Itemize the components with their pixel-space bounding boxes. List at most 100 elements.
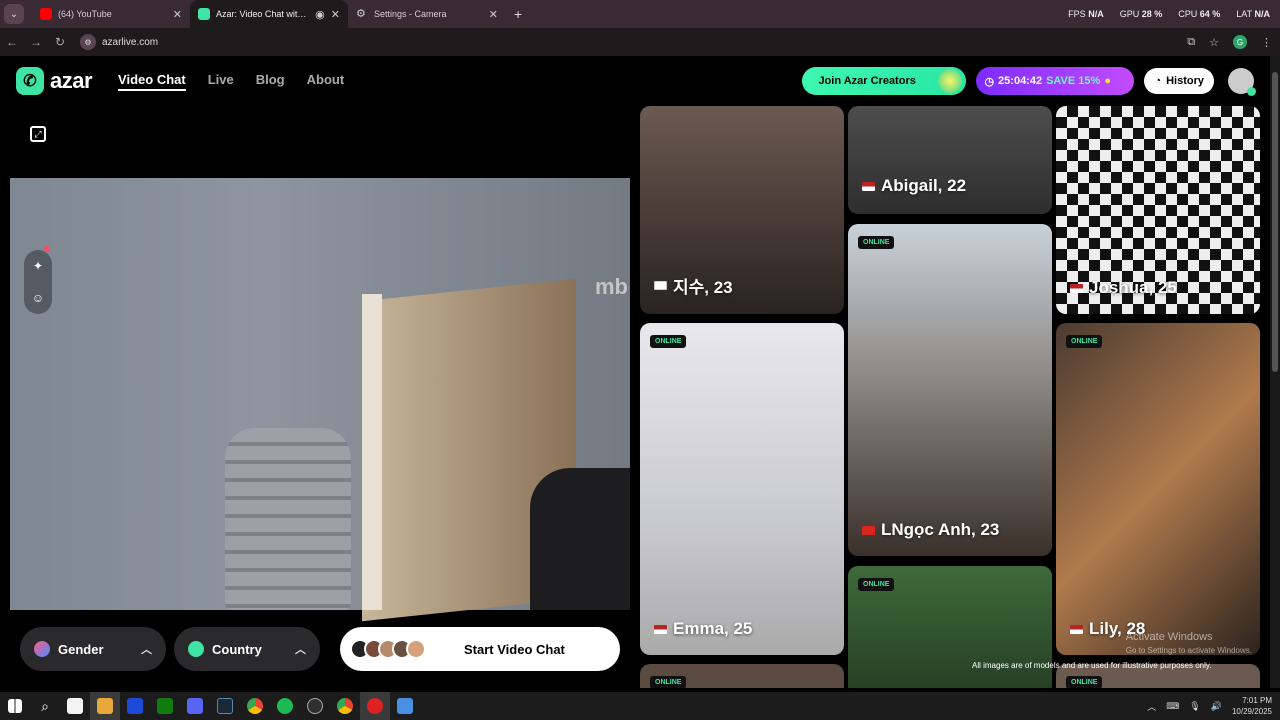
header-actions: Join Azar Creators ◷ 25:04:42 SAVE 15% ●… [802,67,1256,96]
nav-about[interactable]: About [307,72,345,91]
tab-settings-camera[interactable]: ⚙ Settings - Camera ✕ [348,0,506,28]
azar-favicon-icon [198,8,210,20]
profile-cards-grid: 지수, 23 Abigail, 22 Joshua, 25 ONLINE LNg… [640,106,1260,688]
system-tray: ︿ ⌨ 🎙 🔊 7:01 PM 10/29/2025 [1147,692,1272,720]
profile-card[interactable]: ONLINE [640,664,844,688]
profile-name: Emma, 25 [654,619,752,639]
discord-icon[interactable] [180,692,210,720]
profile-name: Abigail, 22 [862,176,966,196]
nav-live[interactable]: Live [208,72,234,91]
face-filter-icon[interactable]: ☺ [32,291,44,305]
tab-youtube[interactable]: (64) YouTube ✕ [32,0,190,28]
chrome-icon[interactable] [240,692,270,720]
online-badge: ONLINE [1066,335,1103,348]
install-app-icon[interactable]: ⧉ [1187,36,1195,49]
mic-icon[interactable]: 🎙 [1189,701,1200,712]
tab-azar[interactable]: Azar: Video Chat with New ◉ ✕ [190,0,348,28]
scrollbar-thumb[interactable] [1272,72,1278,372]
video-effects-toolbar: ✦ ☺ [24,246,52,314]
chevron-up-icon: ︿ [141,644,152,656]
browser-icon[interactable] [390,692,420,720]
start-video-chat-button[interactable]: Start Video Chat [340,627,620,671]
notification-dot [44,246,50,252]
clock[interactable]: 7:01 PM 10/29/2025 [1232,695,1272,717]
gender-filter-button[interactable]: Gender ︿ [20,627,166,671]
recorder-icon[interactable] [360,692,390,720]
chat-controls: Gender ︿ Country ︿ Start Video Chat [20,626,620,672]
bookmark-star-icon[interactable]: ☆ [1209,36,1219,49]
profile-card[interactable]: 지수, 23 [640,106,844,314]
site-header: ✆ azar Video Chat Live Blog About Join A… [0,56,1270,106]
camera-scene-person [530,468,630,610]
azar-logo[interactable]: ✆ azar [16,67,93,95]
forward-arrow-icon[interactable]: → [24,35,48,49]
clock-icon: ◷ [984,75,995,88]
xbox-icon[interactable] [150,692,180,720]
search-icon[interactable]: ⌕ [30,692,60,720]
new-tab-plus-icon[interactable]: + [514,6,522,22]
globe-icon [188,641,204,657]
save-label: SAVE 15% [1046,75,1101,87]
profile-name: 지수, 23 [654,273,733,298]
browser-menu-icon[interactable]: ⋮ [1261,36,1272,49]
promo-timer-button[interactable]: ◷ 25:04:42 SAVE 15% ● [976,67,1135,95]
url-field[interactable]: ⚙ azarlive.com [80,34,158,50]
online-badge: ONLINE [858,578,895,591]
profile-card[interactable]: Joshua, 25 [1056,106,1260,314]
creators-label: Join Azar Creators [818,75,916,87]
browser-tab-strip: ⌄ (64) YouTube ✕ Azar: Video Chat with N… [0,0,1280,28]
site-info-icon[interactable]: ⚙ [80,34,96,50]
chevron-up-icon[interactable]: ︿ [1147,700,1156,713]
settings-gear-icon: ⚙ [356,8,366,20]
volume-icon[interactable]: 🔊 [1211,701,1222,712]
profile-card[interactable]: ONLINE LNgọc Anh, 23 [848,224,1052,556]
logo-text: azar [50,68,93,93]
tab-title: (64) YouTube [58,9,112,19]
steam-icon[interactable] [210,692,240,720]
lat-readout: LAT N/A [1236,9,1270,19]
online-badge: ONLINE [1066,676,1103,688]
malwarebytes-icon[interactable] [120,692,150,720]
keyboard-icon[interactable]: ⌨ [1166,701,1179,712]
country-label: Country [212,641,262,657]
join-creators-button[interactable]: Join Azar Creators [802,67,967,95]
profile-card[interactable]: Abigail, 22 [848,106,1052,214]
tab-title: Azar: Video Chat with New [216,9,309,19]
gpu-readout: GPU 28 % [1119,9,1163,19]
watermark-logo: mb [595,274,628,299]
close-tab-icon[interactable]: ✕ [489,8,498,21]
store-icon[interactable] [60,692,90,720]
close-tab-icon[interactable]: ✕ [173,8,182,21]
back-arrow-icon[interactable]: ← [0,35,24,49]
profile-avatar-icon[interactable]: G [1233,35,1247,49]
nav-blog[interactable]: Blog [256,72,285,91]
history-button[interactable]: ◔ History [1144,68,1214,94]
nav-video-chat[interactable]: Video Chat [118,72,186,91]
sparkle-effects-icon[interactable]: ✦ [33,259,43,273]
start-windows-icon[interactable] [0,692,30,720]
address-bar: ← → ↻ ⚙ azarlive.com ⧉ ☆ G ⋮ [0,28,1280,56]
us-flag-icon [862,181,875,191]
self-video-panel: ⤢ mb ✦ ☺ Gender ︿ Country ︿ Start Video … [10,106,630,682]
reload-icon[interactable]: ↻ [48,35,72,49]
profile-card[interactable]: ONLINE Lily, 28 [1056,323,1260,655]
spotify-icon[interactable] [270,692,300,720]
address-bar-actions: ⧉ ☆ G ⋮ [1187,28,1272,56]
close-tab-icon[interactable]: ✕ [331,8,340,21]
activate-subtitle: Go to Settings to activate Windows. [1125,646,1252,655]
azar-logo-icon: ✆ [16,67,44,95]
timer-value: 25:04:42 [998,75,1043,87]
chrome-profile-icon[interactable] [330,692,360,720]
user-avatar-icon[interactable] [1228,68,1256,96]
app-icon[interactable] [90,692,120,720]
page-scrollbar[interactable] [1270,56,1280,688]
camera-scene-jacket [225,428,351,610]
expand-icon[interactable]: ⤢ [30,126,46,142]
obs-icon[interactable] [300,692,330,720]
clock-date: 10/29/2025 [1231,707,1272,716]
gender-icon [34,641,50,657]
tab-search-button[interactable]: ⌄ [4,4,24,24]
profile-name: LNgọc Anh, 23 [862,520,999,540]
profile-card[interactable]: ONLINE Emma, 25 [640,323,844,655]
country-filter-button[interactable]: Country ︿ [174,627,320,671]
